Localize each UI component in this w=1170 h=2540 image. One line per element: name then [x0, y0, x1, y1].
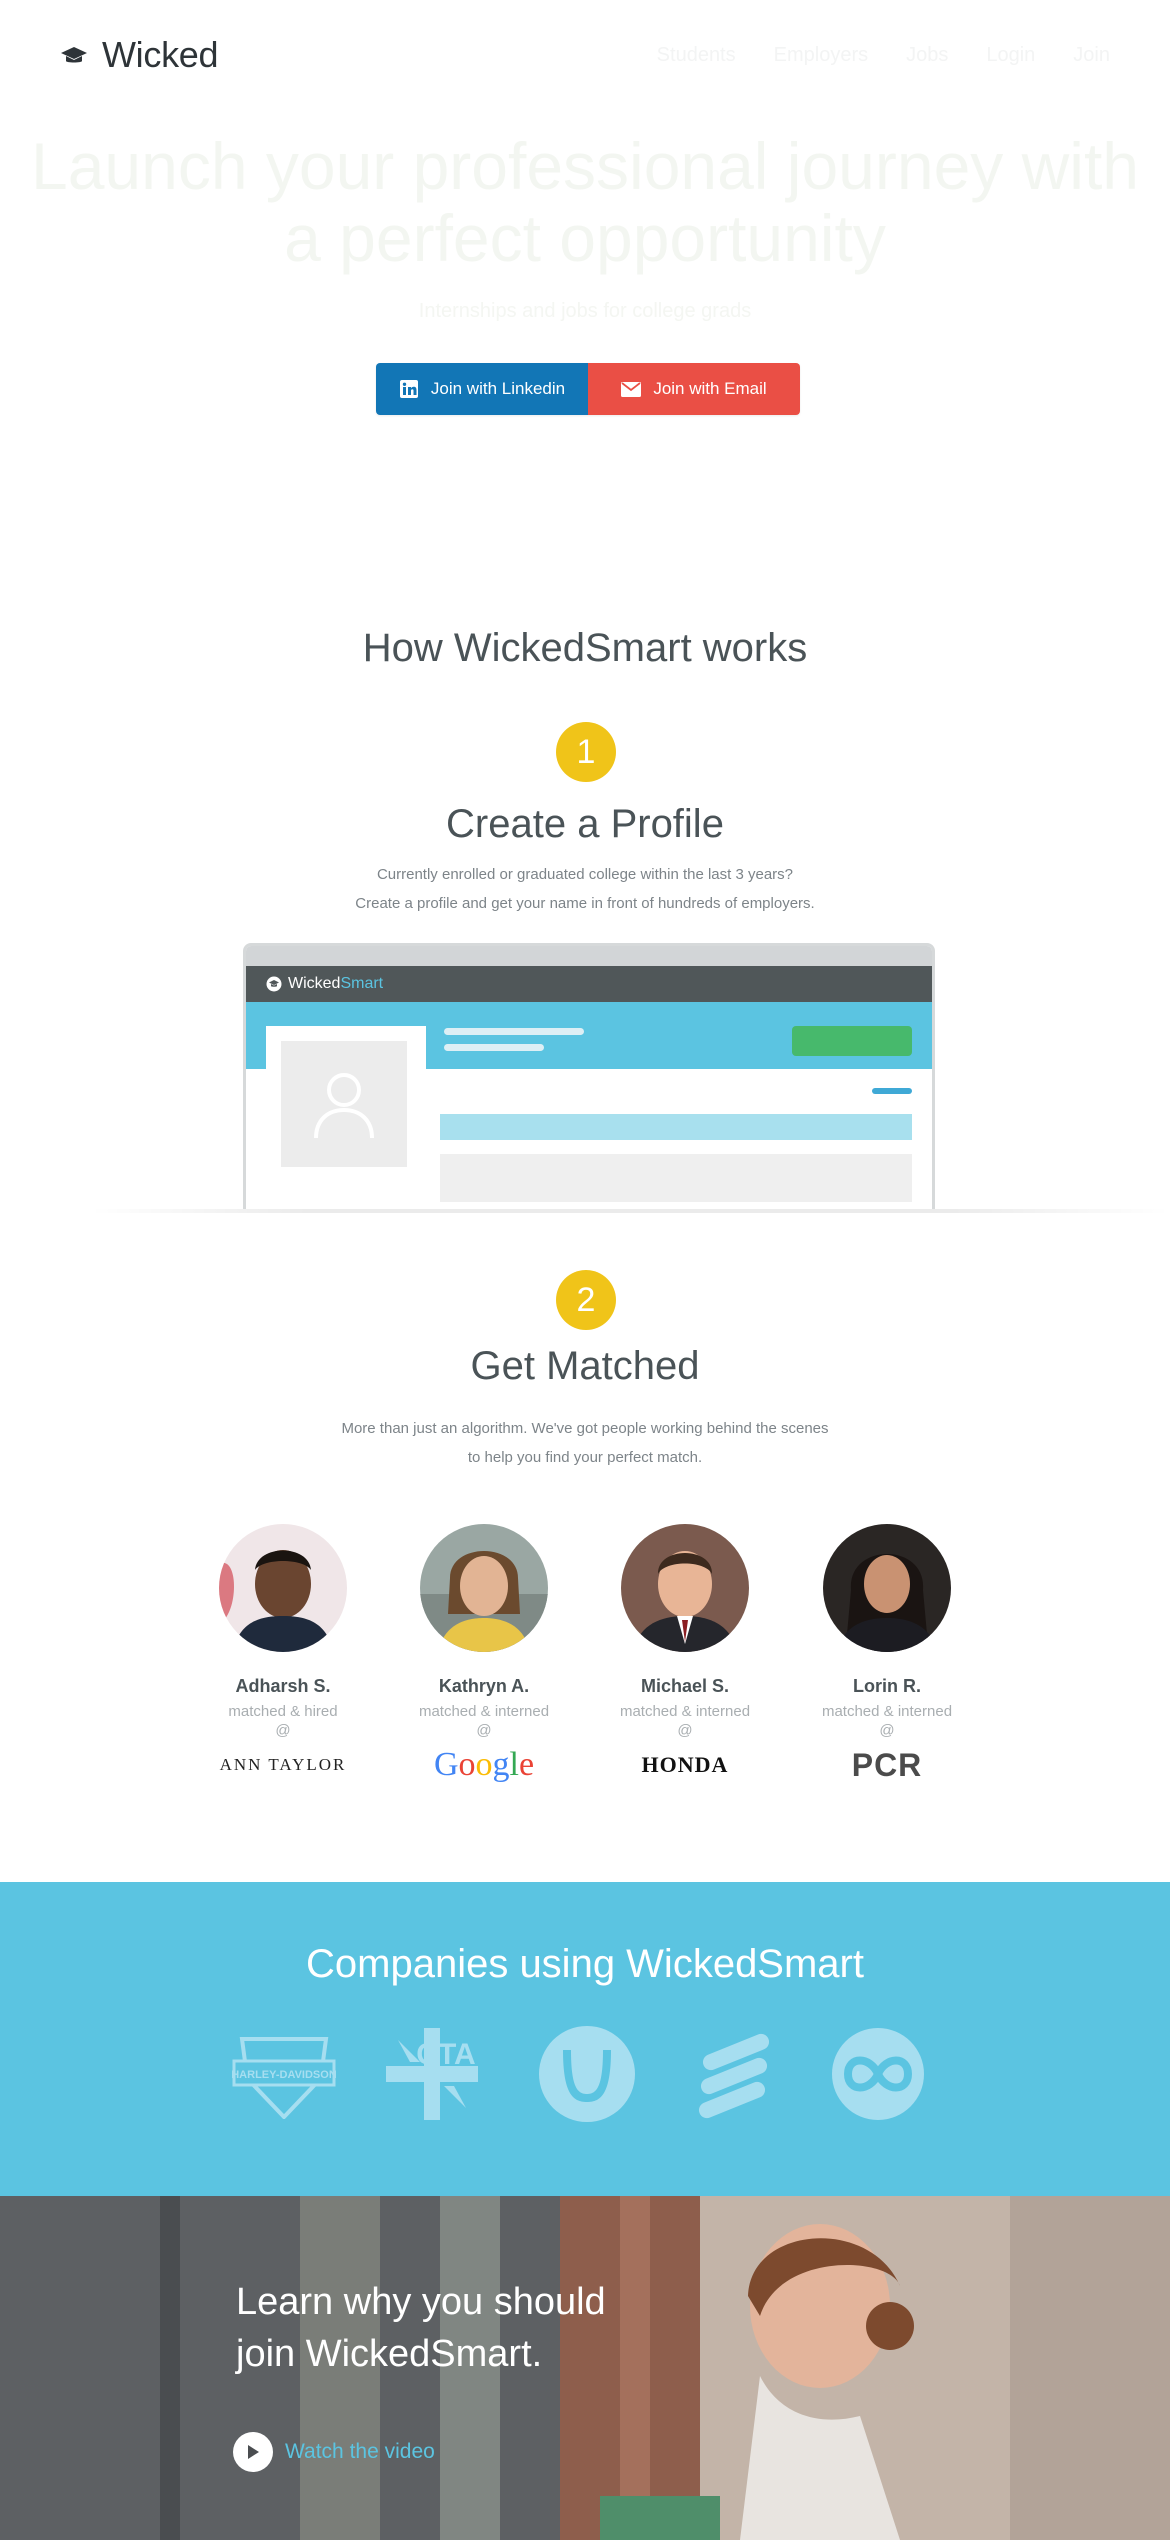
main-nav: Students Employers Jobs Login Join [657, 44, 1110, 67]
nav-jobs[interactable]: Jobs [906, 44, 948, 67]
companies-title: Companies using WickedSmart [306, 1942, 864, 1986]
pcr-logo: PCR [851, 1746, 923, 1783]
companies-section: Companies using WickedSmart HARLEY-DAVID… [0, 1882, 1170, 2196]
herman-miller-logo [535, 2022, 639, 2126]
ann-taylor-logo: ANN TAYLOR [219, 1755, 347, 1774]
person-card: Adharsh S. matched & hired @ ANN TAYLOR [183, 1524, 383, 1785]
video-title-line2: join WickedSmart. [236, 2333, 543, 2375]
mockup-name-line [444, 1028, 584, 1035]
video-section: Learn why you should join WickedSmart. W… [0, 2196, 1170, 2540]
nav-login[interactable]: Login [986, 44, 1035, 67]
step-1-title: Create a Profile [446, 802, 724, 846]
step-1-text-line2: Create a profile and get your name in fr… [355, 895, 815, 912]
google-logo: Google [433, 1746, 535, 1783]
hero-title: Launch your professional journey with a … [0, 130, 1170, 274]
logo-text: Wicked [102, 34, 219, 75]
site-header: Wicked Students Employers Jobs Login Joi… [0, 0, 1170, 120]
play-icon[interactable] [233, 2432, 273, 2472]
mockup-link-line [872, 1088, 912, 1094]
person-name: Michael S. [640, 1676, 730, 1696]
cta-text: CTA [416, 2038, 475, 2071]
graduation-cap-icon [61, 47, 87, 63]
video-title-line1: Learn why you should [236, 2281, 606, 2323]
mockup-logo-wicked: Wicked [288, 975, 341, 992]
person-name: Adharsh S. [235, 1676, 331, 1696]
join-linkedin-button[interactable]: Join with Linkedin [376, 363, 588, 415]
person-status: matched & hired [228, 1703, 338, 1720]
mockup-content-box [440, 1154, 912, 1202]
video-title: Learn why you should join WickedSmart. [236, 2276, 606, 2380]
person-name: Lorin R. [853, 1676, 921, 1696]
avatar [420, 1524, 548, 1652]
step-1-badge: 1 [556, 722, 616, 782]
envelope-icon [621, 379, 642, 399]
company-logo: ANN TAYLOR [183, 1745, 383, 1785]
company-logo: HONDA [585, 1745, 785, 1785]
infinity-logo [826, 2022, 930, 2126]
person-card: Lorin R. matched & interned @ PCR [787, 1524, 987, 1785]
person-status: matched & interned [418, 1703, 550, 1720]
nav-students[interactable]: Students [657, 44, 736, 67]
ericsson-logo [682, 2022, 786, 2126]
profile-mockup: WickedSmart [243, 943, 935, 1209]
step-1-text: Currently enrolled or graduated college … [0, 860, 1170, 918]
hero-title-line1: Launch your professional journey with [31, 129, 1139, 203]
person-card: Kathryn A. matched & interned @ Google [384, 1524, 584, 1785]
avatar [219, 1524, 347, 1652]
step-2-text: More than just an algorithm. We've got p… [0, 1414, 1170, 1472]
cta-logo: CTA [380, 2022, 484, 2126]
step-2-text-line1: More than just an algorithm. We've got p… [341, 1420, 829, 1437]
mockup-window-bar [246, 946, 932, 966]
join-email-label: Join with Email [653, 379, 767, 398]
hero-title-line2: a perfect opportunity [284, 201, 886, 275]
join-email-button[interactable]: Join with Email [588, 363, 800, 415]
mockup-avatar [281, 1041, 407, 1167]
step-2-text-line2: to help you find your perfect match. [467, 1449, 703, 1466]
person-name: Kathryn A. [438, 1676, 530, 1696]
watch-video-link[interactable]: Watch the video [233, 2432, 435, 2472]
step-2-title: Get Matched [470, 1344, 700, 1388]
harley-davidson-logo: HARLEY-DAVIDSON [232, 2022, 336, 2126]
how-it-works-title: How WickedSmart works [362, 626, 808, 670]
person-status: matched & interned [821, 1703, 953, 1720]
person-at: @ [476, 1722, 492, 1739]
mockup-green-button [792, 1026, 912, 1056]
mockup-logo-icon [266, 976, 282, 992]
person-status: matched & interned [619, 1703, 751, 1720]
company-logo: PCR [787, 1745, 987, 1785]
mockup-highlight-bar [440, 1114, 912, 1140]
person-at: @ [677, 1722, 693, 1739]
hero-subtitle: Internships and jobs for college grads [418, 300, 752, 322]
avatar [621, 1524, 749, 1652]
nav-join[interactable]: Join [1073, 44, 1110, 67]
join-linkedin-label: Join with Linkedin [430, 379, 566, 398]
company-logo: Google [384, 1745, 584, 1785]
harley-davidson-text: HARLEY-DAVIDSON [232, 2069, 336, 2081]
person-at: @ [879, 1722, 895, 1739]
linkedin-icon [399, 379, 419, 399]
honda-logo: HONDA [641, 1752, 729, 1777]
section-divider [90, 1209, 1170, 1213]
step-2-badge: 2 [556, 1270, 616, 1330]
join-buttons: Join with Linkedin Join with Email [376, 363, 800, 415]
mockup-subtitle-line [444, 1044, 544, 1051]
mockup-logo: WickedSmart [288, 975, 383, 993]
watch-video-label[interactable]: Watch the video [285, 2440, 435, 2464]
user-icon [314, 1073, 374, 1139]
person-at: @ [275, 1722, 291, 1739]
person-card: Michael S. matched & interned @ HONDA [585, 1524, 785, 1785]
mockup-logo-smart: Smart [340, 975, 384, 992]
logo[interactable]: Wicked [60, 34, 219, 76]
step-1-text-line1: Currently enrolled or graduated college … [376, 866, 794, 883]
nav-employers[interactable]: Employers [774, 44, 868, 67]
mockup-nav: WickedSmart [246, 966, 932, 1002]
avatar [823, 1524, 951, 1652]
